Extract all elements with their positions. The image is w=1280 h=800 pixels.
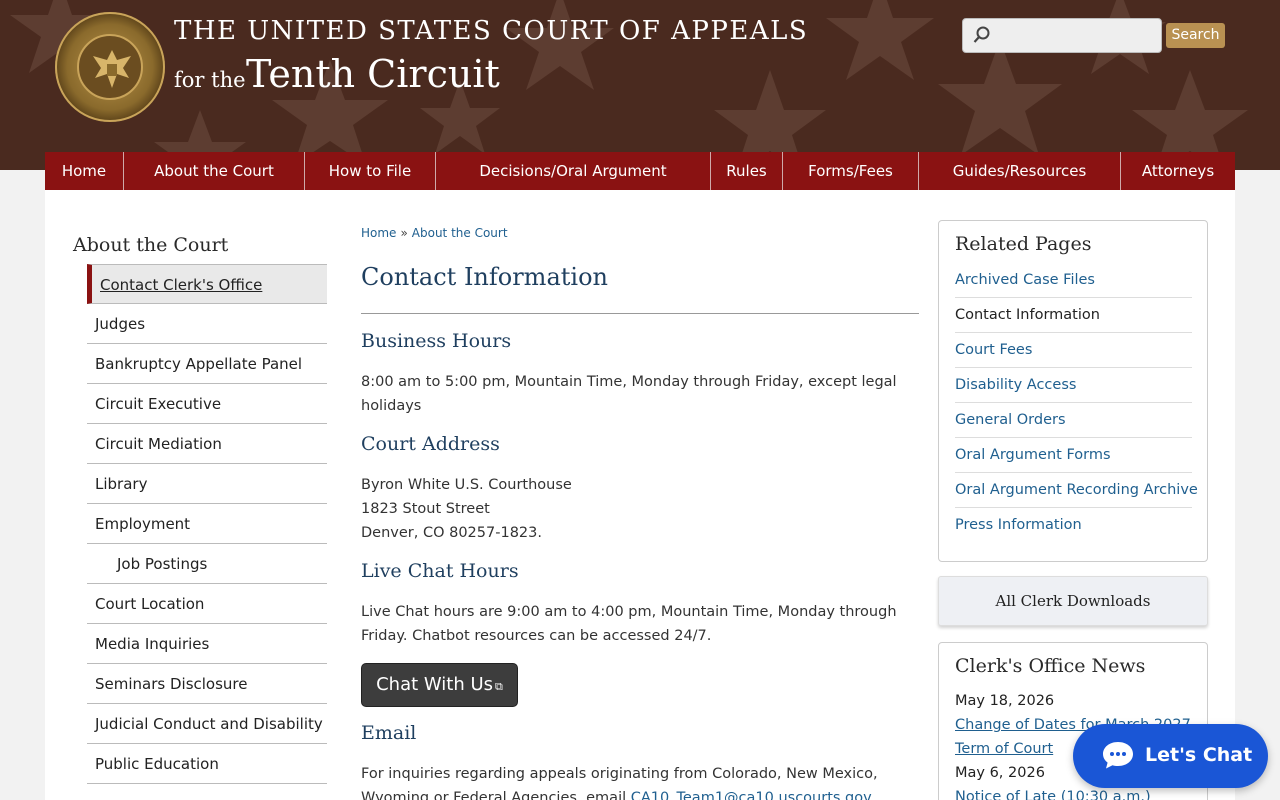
sidebar-item-judges[interactable]: Judges xyxy=(87,304,327,344)
page-title: Contact Information xyxy=(361,263,608,291)
site-header: THE UNITED STATES COURT OF APPEALS for t… xyxy=(0,0,1280,170)
court-seal-logo[interactable] xyxy=(55,12,165,122)
external-link-icon: ⧉ xyxy=(495,680,503,693)
lets-chat-widget-button[interactable]: Let's Chat xyxy=(1073,724,1268,788)
email-link[interactable]: CA10_Team1@ca10.uscourts.gov xyxy=(631,790,872,800)
chat-with-us-label: Chat With Us xyxy=(376,674,494,695)
sidebar-item-job-postings[interactable]: Job Postings xyxy=(87,544,327,584)
sidebar-menu: Contact Clerk's Office Judges Bankruptcy… xyxy=(87,264,327,784)
related-link-archived-case-files[interactable]: Archived Case Files xyxy=(955,263,1192,298)
search-input[interactable] xyxy=(962,18,1162,53)
sidebar-item-judicial-conduct[interactable]: Judicial Conduct and Disability xyxy=(87,704,327,744)
search-button[interactable]: Search xyxy=(1166,23,1225,48)
court-address: Byron White U.S. Courthouse 1823 Stout S… xyxy=(361,473,901,545)
breadcrumb: Home » About the Court xyxy=(361,226,508,240)
related-pages-panel: Related Pages Archived Case Files Contac… xyxy=(938,220,1208,562)
chat-bubble-icon xyxy=(1103,742,1133,769)
title-divider xyxy=(361,313,919,314)
sidebar-item-employment[interactable]: Employment xyxy=(87,504,327,544)
nav-guides-resources[interactable]: Guides/Resources xyxy=(919,152,1121,190)
email-text: For inquiries regarding appeals originat… xyxy=(361,762,881,800)
nav-home[interactable]: Home xyxy=(45,152,124,190)
related-link-contact-information: Contact Information xyxy=(955,298,1192,333)
sidebar-item-media-inquiries[interactable]: Media Inquiries xyxy=(87,624,327,664)
sidebar-item-library[interactable]: Library xyxy=(87,464,327,504)
sidebar-item-circuit-executive[interactable]: Circuit Executive xyxy=(87,384,327,424)
nav-forms-fees[interactable]: Forms/Fees xyxy=(783,152,919,190)
nav-rules[interactable]: Rules xyxy=(711,152,783,190)
live-chat-heading: Live Chat Hours xyxy=(361,560,519,582)
sidebar-item-contact-clerks-office[interactable]: Contact Clerk's Office xyxy=(87,264,327,304)
related-pages-title: Related Pages xyxy=(955,233,1092,255)
sidebar-item-bankruptcy-appellate-panel[interactable]: Bankruptcy Appellate Panel xyxy=(87,344,327,384)
court-title-circuit: Tenth Circuit xyxy=(246,52,500,96)
related-pages-list: Archived Case Files Contact Information … xyxy=(955,263,1198,543)
sidebar-item-seminars-disclosure[interactable]: Seminars Disclosure xyxy=(87,664,327,704)
breadcrumb-about-the-court[interactable]: About the Court xyxy=(412,226,508,240)
business-hours-text: 8:00 am to 5:00 pm, Mountain Time, Monda… xyxy=(361,374,897,414)
news-date: May 18, 2026 xyxy=(955,693,1055,709)
nav-how-to-file[interactable]: How to File xyxy=(305,152,436,190)
related-link-press-information[interactable]: Press Information xyxy=(955,508,1192,543)
court-title: THE UNITED STATES COURT OF APPEALS xyxy=(174,16,809,46)
sidebar-item-circuit-mediation[interactable]: Circuit Mediation xyxy=(87,424,327,464)
email-heading: Email xyxy=(361,722,417,744)
nav-attorneys[interactable]: Attorneys xyxy=(1121,152,1235,190)
business-hours-heading: Business Hours xyxy=(361,330,512,352)
chat-with-us-button[interactable]: Chat With Us ⧉ xyxy=(361,663,518,707)
breadcrumb-separator: » xyxy=(400,226,408,240)
nav-about-the-court[interactable]: About the Court xyxy=(124,152,305,190)
address-line-3: Denver, CO 80257-1823. xyxy=(361,525,542,541)
lets-chat-label: Let's Chat xyxy=(1145,744,1253,766)
related-link-general-orders[interactable]: General Orders xyxy=(955,403,1192,438)
sidebar-title: About the Court xyxy=(73,234,229,256)
related-link-oral-argument-recording-archive[interactable]: Oral Argument Recording Archive xyxy=(955,473,1198,508)
sidebar-item-public-education[interactable]: Public Education xyxy=(87,744,327,784)
news-title: Clerk's Office News xyxy=(955,655,1146,677)
eagle-icon xyxy=(93,50,131,88)
court-title-for: for the xyxy=(174,68,246,92)
related-link-disability-access[interactable]: Disability Access xyxy=(955,368,1192,403)
main-nav: Home About the Court How to File Decisio… xyxy=(45,152,1235,190)
related-link-court-fees[interactable]: Court Fees xyxy=(955,333,1192,368)
live-chat-text: Live Chat hours are 9:00 am to 4:00 pm, … xyxy=(361,604,897,644)
address-line-2: 1823 Stout Street xyxy=(361,501,490,517)
all-clerk-downloads-button[interactable]: All Clerk Downloads xyxy=(938,576,1208,626)
related-link-oral-argument-forms[interactable]: Oral Argument Forms xyxy=(955,438,1192,473)
court-address-heading: Court Address xyxy=(361,433,500,455)
sidebar-item-court-location[interactable]: Court Location xyxy=(87,584,327,624)
breadcrumb-home[interactable]: Home xyxy=(361,226,396,240)
nav-decisions-oral-argument[interactable]: Decisions/Oral Argument xyxy=(436,152,711,190)
address-line-1: Byron White U.S. Courthouse xyxy=(361,477,572,493)
search-icon xyxy=(973,26,990,43)
